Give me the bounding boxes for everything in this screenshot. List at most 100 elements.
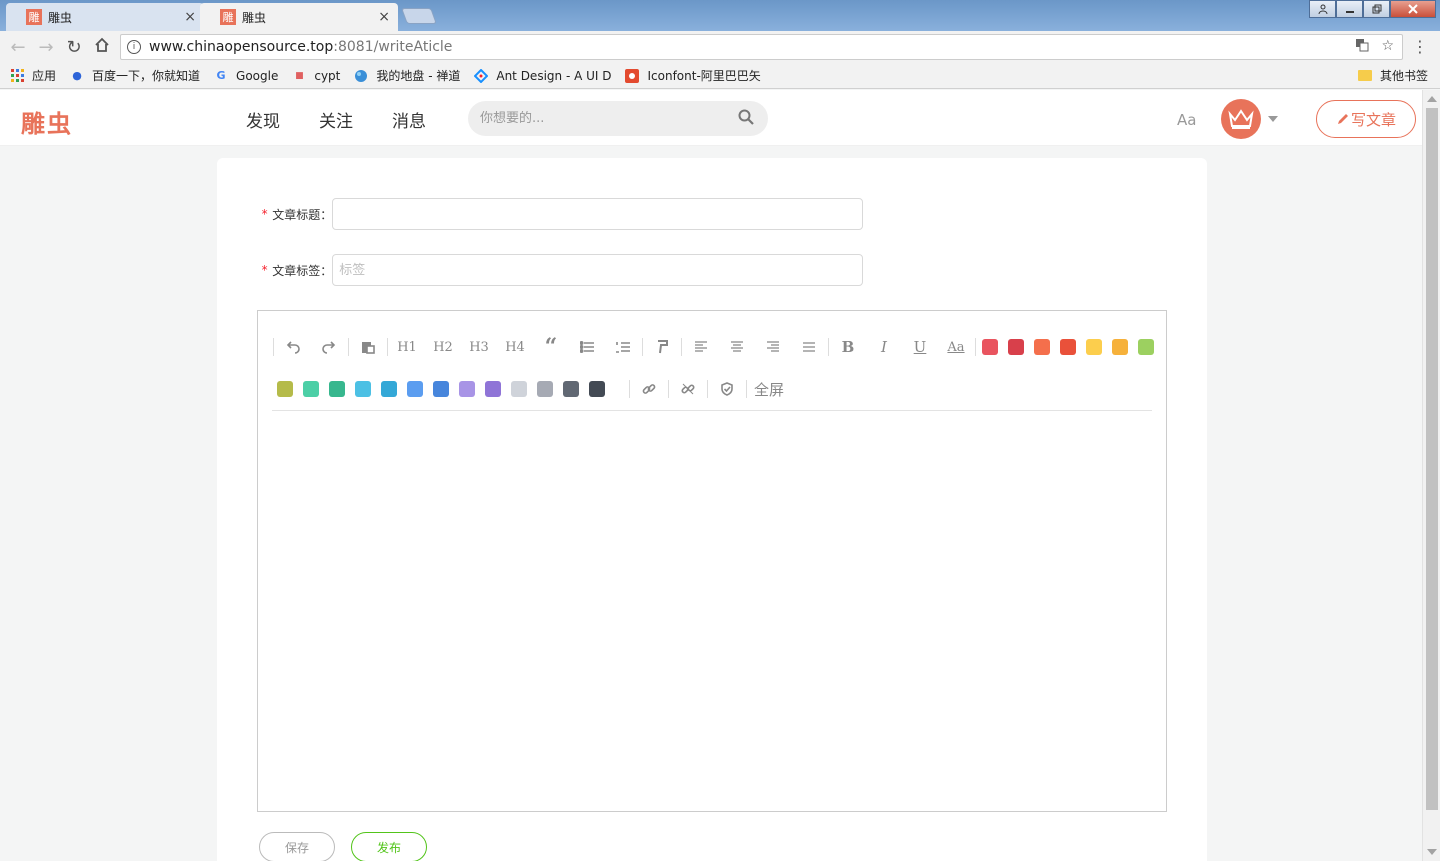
site-favicon-icon: 雕	[220, 9, 236, 25]
color-swatch[interactable]	[355, 381, 371, 397]
bookmark-iconfont[interactable]: Iconfont-阿里巴巴矢	[625, 67, 761, 84]
heading-1-button[interactable]: H1	[389, 333, 425, 361]
color-swatch[interactable]	[1034, 339, 1050, 355]
new-tab-button[interactable]	[401, 8, 437, 24]
heading-3-button[interactable]: H3	[461, 333, 497, 361]
redo-icon[interactable]	[311, 333, 347, 361]
nav-follow[interactable]: 关注	[319, 107, 353, 132]
color-swatch[interactable]	[589, 381, 605, 397]
color-swatch[interactable]	[1112, 339, 1128, 355]
page-scrollbar[interactable]	[1422, 90, 1440, 861]
bookmark-cypt[interactable]: ■ cypt	[292, 69, 340, 83]
color-swatch[interactable]	[1138, 339, 1154, 355]
format-brush-icon[interactable]	[644, 333, 680, 361]
write-article-button[interactable]: 写文章	[1316, 100, 1416, 138]
unlink-icon[interactable]	[670, 375, 706, 403]
bookmark-other-folder[interactable]: 其他书签	[1357, 67, 1428, 84]
save-button[interactable]: 保存	[259, 832, 335, 861]
color-swatch[interactable]	[982, 339, 998, 355]
bookmark-apps[interactable]: 应用	[10, 67, 56, 84]
address-bar[interactable]: i www.chinaopensource.top:8081/writeAtic…	[120, 34, 1403, 60]
scroll-down-icon[interactable]	[1427, 849, 1437, 855]
color-swatch[interactable]	[277, 381, 293, 397]
bookmark-folder-label: 其他书签	[1379, 69, 1428, 83]
font-size-toggle[interactable]: Aa	[1177, 111, 1196, 129]
toolbar-divider	[707, 380, 708, 398]
color-swatch[interactable]	[407, 381, 423, 397]
heading-2-button[interactable]: H2	[425, 333, 461, 361]
numbered-list-icon[interactable]	[605, 333, 641, 361]
undo-icon[interactable]	[275, 333, 311, 361]
color-swatch[interactable]	[485, 381, 501, 397]
editor-content-area[interactable]	[272, 413, 1152, 803]
color-swatch[interactable]	[381, 381, 397, 397]
chevron-down-icon[interactable]	[1268, 116, 1278, 122]
bookmark-google[interactable]: G Google	[214, 69, 279, 83]
restore-icon[interactable]	[1363, 0, 1390, 18]
tab-title: 雕虫	[48, 10, 73, 25]
color-swatch[interactable]	[433, 381, 449, 397]
apps-grid-icon	[10, 69, 24, 83]
bookmark-star-icon[interactable]: ☆	[1381, 38, 1394, 56]
close-window-icon[interactable]	[1390, 0, 1436, 18]
toolbar-divider	[273, 338, 274, 356]
nav-messages[interactable]: 消息	[392, 107, 426, 132]
search-input[interactable]	[480, 111, 730, 126]
align-justify-icon[interactable]	[791, 333, 827, 361]
title-input[interactable]	[332, 198, 864, 230]
main-nav: 发现 关注 消息	[246, 107, 426, 132]
color-swatch[interactable]	[1086, 339, 1102, 355]
site-logo[interactable]: 雕虫	[21, 104, 73, 139]
site-info-icon[interactable]: i	[127, 40, 141, 54]
publish-button[interactable]: 发布	[351, 832, 427, 861]
bold-button[interactable]: B	[830, 333, 866, 361]
color-swatch[interactable]	[1060, 339, 1076, 355]
link-icon[interactable]	[631, 375, 667, 403]
bookmark-antdesign[interactable]: Ant Design - A UI D	[474, 68, 611, 83]
nav-discover[interactable]: 发现	[246, 107, 280, 132]
italic-button[interactable]: I	[866, 333, 902, 361]
align-center-icon[interactable]	[719, 333, 755, 361]
underline-button[interactable]: U	[902, 333, 938, 361]
color-swatch[interactable]	[563, 381, 579, 397]
browser-menu-icon[interactable]: ⋮	[1412, 37, 1428, 56]
translate-icon[interactable]	[1355, 38, 1369, 56]
search-icon[interactable]	[738, 109, 754, 125]
paste-icon[interactable]	[350, 333, 386, 361]
align-left-icon[interactable]	[683, 333, 719, 361]
bullet-list-icon[interactable]	[569, 333, 605, 361]
bookmark-label: Iconfont-阿里巴巴矢	[647, 69, 761, 83]
close-tab-icon[interactable]: ×	[378, 9, 390, 25]
scroll-up-icon[interactable]	[1427, 96, 1437, 102]
reload-icon[interactable]: ↻	[60, 37, 88, 58]
user-profile-icon[interactable]	[1309, 0, 1336, 18]
forward-arrow-icon[interactable]: →	[32, 37, 60, 58]
home-icon[interactable]	[88, 37, 116, 58]
page-viewport: 雕虫 发现 关注 消息 Aa 写文章 * 文章标题：	[0, 90, 1422, 861]
bookmark-baidu[interactable]: ● 百度一下，你就知道	[70, 67, 200, 84]
quote-icon[interactable]: “	[533, 333, 569, 361]
browser-tab-1[interactable]: 雕 雕虫 ×	[6, 3, 204, 31]
color-swatch[interactable]	[1008, 339, 1024, 355]
color-swatch[interactable]	[511, 381, 527, 397]
browser-tab-2[interactable]: 雕 雕虫 ×	[200, 3, 398, 31]
shield-icon[interactable]	[709, 375, 745, 403]
browser-toolbar: ← → ↻ i www.chinaopensource.top:8081/wri…	[0, 31, 1440, 63]
color-swatch[interactable]	[537, 381, 553, 397]
font-size-button[interactable]: Aa	[938, 333, 974, 361]
toolbar-divider	[668, 380, 669, 398]
title-label: 文章标题	[272, 207, 321, 222]
color-swatch[interactable]	[329, 381, 345, 397]
close-tab-icon[interactable]: ×	[184, 9, 196, 25]
tags-input[interactable]	[332, 254, 864, 286]
fullscreen-button[interactable]: 全屏	[748, 379, 790, 400]
heading-4-button[interactable]: H4	[497, 333, 533, 361]
minimize-icon[interactable]	[1336, 0, 1363, 18]
avatar[interactable]	[1221, 99, 1261, 139]
bookmark-zentao[interactable]: 我的地盘 - 禅道	[354, 67, 460, 84]
color-swatch[interactable]	[303, 381, 319, 397]
color-swatch[interactable]	[459, 381, 475, 397]
back-arrow-icon[interactable]: ←	[4, 37, 32, 58]
scrollbar-thumb[interactable]	[1426, 108, 1438, 810]
align-right-icon[interactable]	[755, 333, 791, 361]
